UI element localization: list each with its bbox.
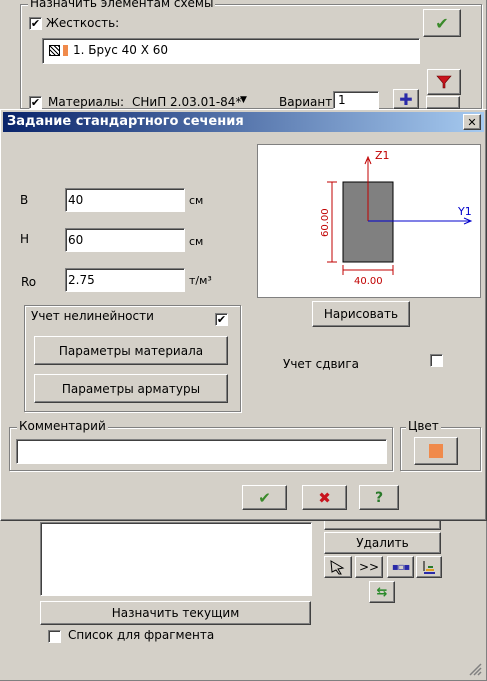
h-input[interactable] xyxy=(65,228,185,252)
b-label: B xyxy=(20,193,29,207)
checkmark-icon: ✔ xyxy=(258,488,271,507)
width-dimension-label: 40.00 xyxy=(354,276,383,287)
help-icon: ? xyxy=(374,489,384,506)
rebar-params-button[interactable]: Параметры арматуры xyxy=(34,374,228,403)
distribute-icon: ▪▫▪ xyxy=(391,561,410,573)
material-params-button[interactable]: Параметры материала xyxy=(34,336,228,365)
plus-icon: ✚ xyxy=(399,89,413,109)
element-list[interactable] xyxy=(40,522,312,596)
extra-toolbar-button[interactable] xyxy=(426,96,460,109)
ok-button[interactable]: ✔ xyxy=(242,485,287,510)
ro-unit: т/м³ xyxy=(189,274,212,287)
materials-value[interactable]: СНиП 2.03.01-84* xyxy=(132,95,241,109)
next-button[interactable]: >> xyxy=(355,556,383,578)
color-swatch-icon xyxy=(63,45,68,56)
h-unit: см xyxy=(189,235,204,248)
b-input[interactable] xyxy=(65,188,185,212)
stiffness-item-label: 1. Брус 40 X 60 xyxy=(73,43,169,57)
shear-checkbox[interactable] xyxy=(430,354,443,367)
variant-value: 1 xyxy=(338,93,346,107)
nonlinearity-label: Учет нелинейности xyxy=(31,309,154,323)
variant-spinner[interactable]: 1 xyxy=(333,91,379,109)
color-label: Цвет xyxy=(406,419,441,433)
stiffness-label: Жесткость: xyxy=(46,16,120,30)
z-axis-label: Z1 xyxy=(375,149,390,162)
fragment-list-checkbox[interactable] xyxy=(48,630,61,643)
section-preview: Z1 Y1 40.00 60.00 xyxy=(257,144,481,298)
assign-elements-group-title: Назначить элементам схемы xyxy=(28,0,216,10)
dialog-title-bar[interactable]: Задание стандартного сечения ✕ xyxy=(3,112,484,132)
hatch-icon xyxy=(49,45,60,56)
comment-label: Комментарий xyxy=(17,419,108,433)
filter-icon xyxy=(436,75,452,89)
sort-button[interactable] xyxy=(416,556,442,578)
filter-button[interactable] xyxy=(427,69,461,95)
comment-input[interactable] xyxy=(16,439,387,464)
distribute-button[interactable]: ▪▫▪ xyxy=(387,556,414,578)
refresh-icon: ⇆ xyxy=(376,584,388,600)
assign-current-button[interactable]: Назначить текущим xyxy=(40,601,311,625)
delete-button[interactable]: Удалить xyxy=(324,532,441,554)
shear-label: Учет сдвига xyxy=(283,357,360,371)
fragment-list-label: Список для фрагмента xyxy=(68,628,215,642)
close-icon: ✕ xyxy=(467,115,477,129)
h-label: H xyxy=(20,232,30,246)
materials-checkbox[interactable]: ✔ xyxy=(29,96,42,109)
add-material-button[interactable]: ✚ xyxy=(393,89,419,109)
select-pointer-button[interactable] xyxy=(324,556,352,578)
refresh-button[interactable]: ⇆ xyxy=(369,581,395,603)
close-button[interactable]: ✕ xyxy=(463,114,481,130)
section-drawing: Z1 Y1 40.00 60.00 xyxy=(320,149,473,287)
apply-stiffness-button[interactable]: ✔ xyxy=(423,9,461,37)
checkmark-icon: ✔ xyxy=(435,13,449,33)
cancel-button[interactable]: ✖ xyxy=(302,485,347,510)
draw-button[interactable]: Нарисовать xyxy=(312,301,410,327)
help-button[interactable]: ? xyxy=(359,485,399,510)
materials-label: Материалы: xyxy=(48,95,125,109)
color-swatch xyxy=(429,444,443,458)
dialog-title: Задание стандартного сечения xyxy=(7,114,244,129)
section-dialog: Задание стандартного сечения ✕ B см H см… xyxy=(0,109,487,521)
stiffness-checkbox[interactable]: ✔ xyxy=(29,17,42,30)
nonlinearity-checkbox[interactable]: ✔ xyxy=(215,313,228,326)
y-axis-label: Y1 xyxy=(457,205,472,218)
stiffness-list[interactable]: 1. Брус 40 X 60 xyxy=(42,38,420,64)
b-unit: см xyxy=(189,194,204,207)
ro-label: Ro xyxy=(21,275,37,289)
color-button[interactable] xyxy=(414,437,458,465)
resize-grip-icon[interactable] xyxy=(466,660,482,676)
height-dimension-label: 60.00 xyxy=(320,208,331,237)
cross-icon: ✖ xyxy=(318,488,331,507)
variant-label: Вариант xyxy=(279,95,333,109)
sort-icon xyxy=(423,561,435,574)
ro-input[interactable] xyxy=(65,268,185,292)
pointer-select-icon xyxy=(330,560,345,575)
dropdown-arrow-icon[interactable]: ▼ xyxy=(240,95,247,105)
